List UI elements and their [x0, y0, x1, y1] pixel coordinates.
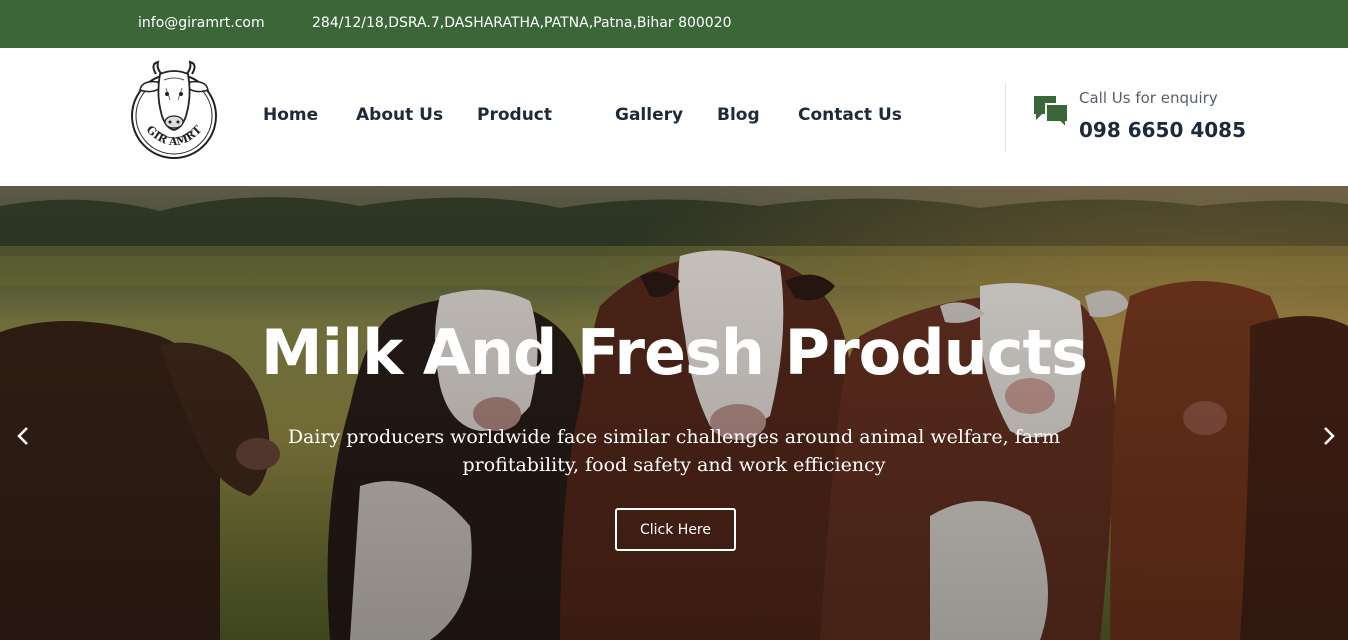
nav-gallery[interactable]: Gallery [615, 105, 683, 125]
hero-slider: Milk And Fresh Products Dairy producers … [0, 186, 1348, 640]
chat-bubbles-icon [1034, 96, 1069, 130]
click-here-button[interactable]: Click Here [615, 508, 736, 551]
hero-title: Milk And Fresh Products [260, 316, 1088, 389]
hero-subtitle: Dairy producers worldwide face similar c… [287, 426, 1061, 476]
top-bar: info@giramrt.com 284/12/18,DSRA.7,DASHAR… [0, 0, 1348, 48]
call-number[interactable]: 098 6650 4085 [1079, 118, 1246, 142]
header-divider [1005, 82, 1006, 152]
topbar-email[interactable]: info@giramrt.com [138, 15, 265, 31]
call-label: Call Us for enquiry [1079, 89, 1218, 107]
hero-background-image [0, 186, 1348, 640]
nav-blog[interactable]: Blog [717, 105, 760, 125]
chevron-right-icon[interactable] [1320, 426, 1338, 446]
nav-product[interactable]: Product [477, 105, 552, 125]
nav-home[interactable]: Home [263, 105, 318, 125]
nav-about-us[interactable]: About Us [356, 105, 443, 125]
site-header: GIR AMRT Home About Us Product Gallery B… [0, 48, 1348, 186]
topbar-address: 284/12/18,DSRA.7,DASHARATHA,PATNA,Patna,… [312, 15, 732, 31]
chevron-left-icon[interactable] [14, 426, 32, 446]
nav-contact-us[interactable]: Contact Us [798, 105, 902, 125]
logo[interactable]: GIR AMRT [128, 60, 220, 164]
